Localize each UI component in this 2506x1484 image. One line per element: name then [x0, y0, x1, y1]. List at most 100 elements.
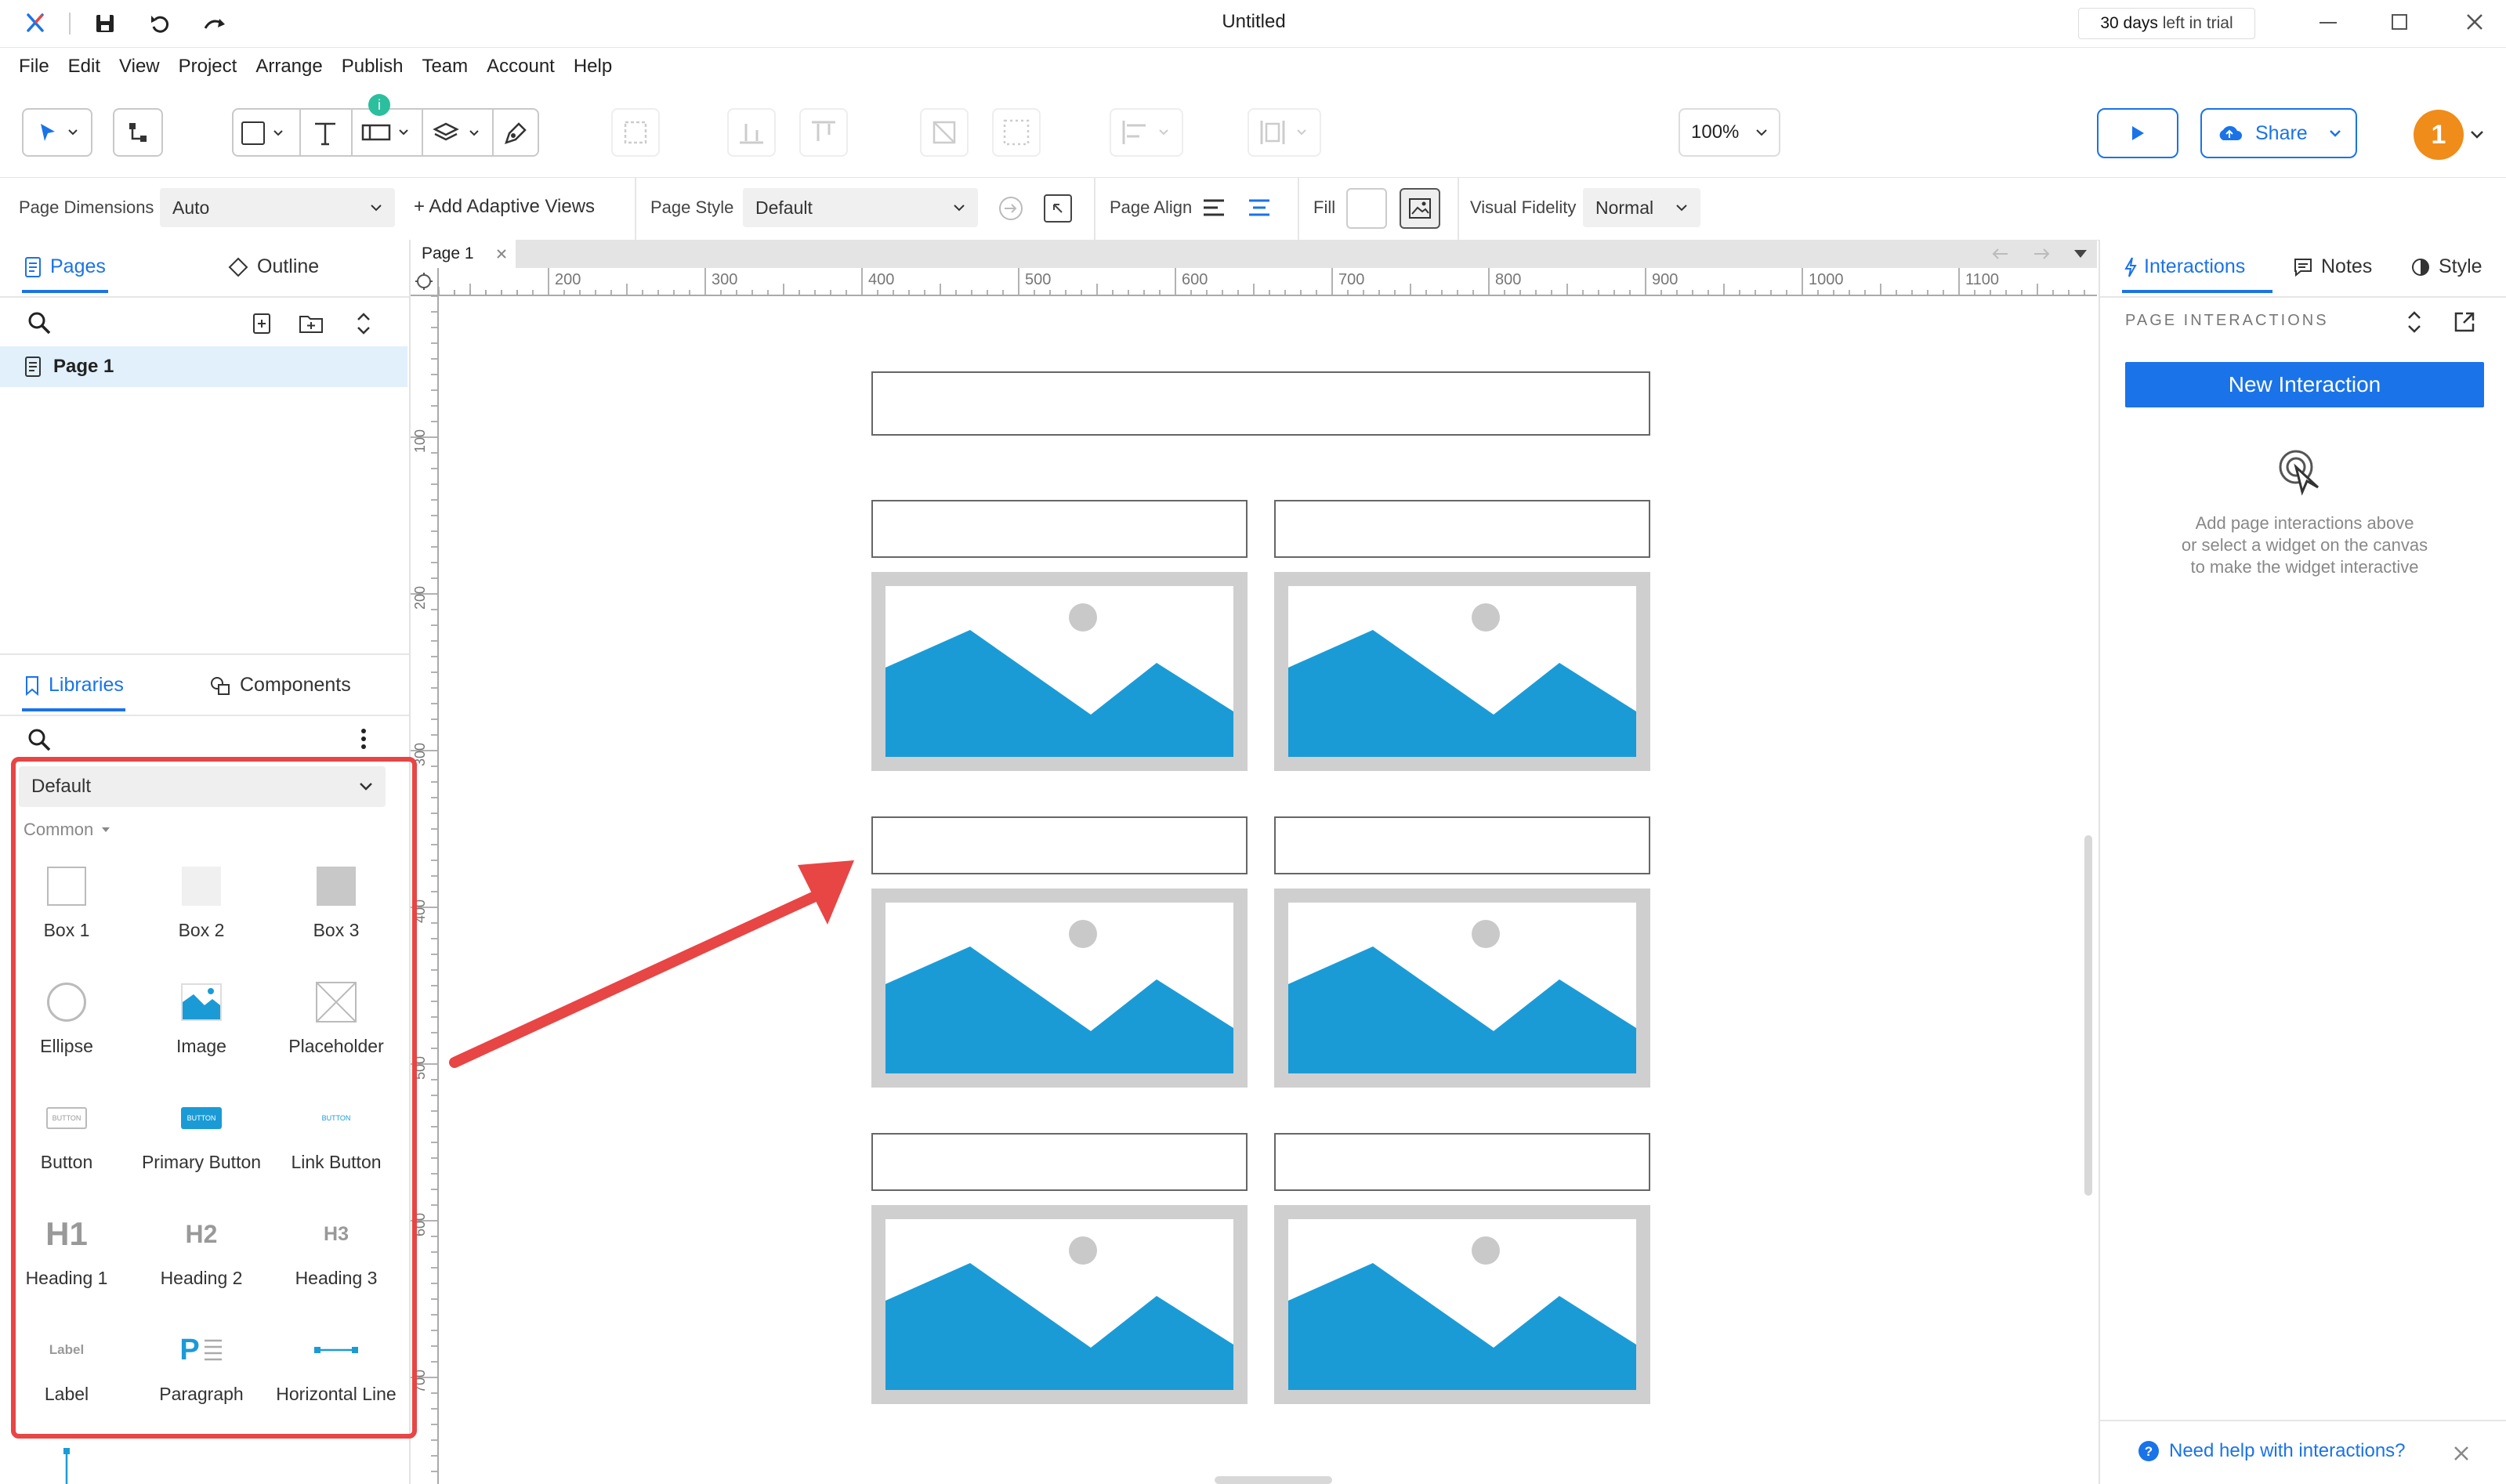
connector-tool-button[interactable]: [113, 108, 163, 157]
menu-view[interactable]: View: [119, 56, 160, 78]
need-help-link[interactable]: ? Need help with interactions?: [2138, 1440, 2406, 1462]
canvas-widget-box[interactable]: [871, 816, 1248, 874]
canvas-widget-image[interactable]: [1274, 1205, 1650, 1404]
spacing-icon[interactable]: [1248, 108, 1321, 157]
pen-tool-icon[interactable]: [502, 119, 530, 151]
minimize-icon[interactable]: [2319, 22, 2337, 24]
ungroup-icon[interactable]: [992, 108, 1041, 157]
apply-style-icon[interactable]: [997, 194, 1025, 223]
canvas-page-tab[interactable]: Page 1: [411, 240, 516, 268]
lib-item-ellipse[interactable]: Ellipse: [0, 975, 133, 1057]
new-interaction-button[interactable]: New Interaction: [2125, 362, 2484, 407]
library-select[interactable]: Default: [19, 766, 386, 807]
horizontal-scrollbar[interactable]: [1215, 1476, 1332, 1484]
expand-collapse-icon[interactable]: [354, 310, 373, 337]
popout-icon[interactable]: [2453, 310, 2476, 334]
rectangle-tool[interactable]: [241, 119, 284, 147]
library-search-icon[interactable]: [27, 727, 52, 752]
snippet-tool[interactable]: [360, 121, 409, 144]
align-bottom-icon[interactable]: [727, 108, 776, 157]
style-editor-button[interactable]: [1044, 194, 1072, 223]
tab-forward-icon[interactable]: [2031, 246, 2052, 262]
maximize-icon[interactable]: [2392, 14, 2407, 30]
trial-badge[interactable]: 30 days left in trial: [2078, 8, 2255, 39]
lib-item-heading1[interactable]: H1 Heading 1: [0, 1207, 133, 1289]
lib-item-placeholder[interactable]: Placeholder: [270, 975, 403, 1057]
canvas-widget-image[interactable]: [1274, 572, 1650, 771]
lib-item-primary-button[interactable]: BUTTON Primary Button: [135, 1091, 268, 1173]
tab-pages[interactable]: Pages: [24, 255, 106, 278]
lib-item-button[interactable]: BUTTON Button: [0, 1091, 133, 1173]
menu-edit[interactable]: Edit: [68, 56, 100, 78]
close-window-icon[interactable]: [2464, 11, 2486, 33]
canvas-widget-box[interactable]: [1274, 500, 1650, 558]
tab-interactions[interactable]: Interactions: [2124, 255, 2245, 278]
distribute-icon[interactable]: [920, 108, 969, 157]
vertical-scrollbar[interactable]: [2084, 835, 2092, 1196]
canvas-widget-box[interactable]: [871, 500, 1248, 558]
tab-style[interactable]: Style: [2410, 255, 2482, 278]
page-list-item[interactable]: Page 1: [0, 346, 407, 387]
canvas-widget-box[interactable]: [871, 1133, 1248, 1191]
lib-item-paragraph[interactable]: P Paragraph: [135, 1323, 268, 1405]
canvas-widget-image[interactable]: [871, 572, 1248, 771]
tab-libraries[interactable]: Libraries: [24, 674, 124, 697]
menu-publish[interactable]: Publish: [342, 56, 404, 78]
layers-tool[interactable]: [433, 121, 480, 146]
add-folder-icon[interactable]: [298, 312, 324, 335]
canvas-widget-image[interactable]: [1274, 889, 1650, 1088]
menu-team[interactable]: Team: [422, 56, 468, 78]
align-left-icon[interactable]: [1110, 108, 1183, 157]
lib-item-link-button[interactable]: BUTTON Link Button: [270, 1091, 403, 1173]
lib-item-heading2[interactable]: H2 Heading 2: [135, 1207, 268, 1289]
more-options-icon[interactable]: [357, 726, 370, 752]
add-page-icon[interactable]: [251, 312, 273, 335]
fill-image-button[interactable]: [1400, 188, 1440, 229]
redo-icon[interactable]: [202, 13, 227, 34]
add-adaptive-views-button[interactable]: + Add Adaptive Views: [414, 196, 595, 218]
page-style-select[interactable]: Default: [743, 188, 978, 227]
tab-back-icon[interactable]: [1990, 246, 2011, 262]
canvas-widget-box[interactable]: [1274, 1133, 1650, 1191]
library-section-header[interactable]: Common: [24, 820, 110, 840]
visual-fidelity-select[interactable]: Normal: [1583, 188, 1700, 227]
align-center-page-icon[interactable]: [1248, 197, 1271, 218]
ruler-corner[interactable]: [411, 268, 439, 296]
canvas-widget-image[interactable]: [871, 889, 1248, 1088]
undo-icon[interactable]: [149, 13, 171, 34]
preview-button[interactable]: [2097, 108, 2178, 158]
menu-project[interactable]: Project: [179, 56, 237, 78]
search-icon[interactable]: [27, 310, 52, 335]
fill-color-swatch[interactable]: [1346, 188, 1387, 229]
zoom-select[interactable]: 100%: [1679, 108, 1780, 157]
save-icon[interactable]: [94, 13, 116, 34]
align-left-page-icon[interactable]: [1202, 197, 1226, 218]
avatar[interactable]: 1: [2414, 110, 2464, 160]
canvas-widget-image[interactable]: [871, 1205, 1248, 1404]
lib-item-box1[interactable]: Box 1: [0, 859, 133, 941]
group-icon[interactable]: [611, 108, 660, 157]
tab-components[interactable]: Components: [208, 674, 351, 697]
tab-outline[interactable]: Outline: [227, 255, 319, 278]
lib-item-box2[interactable]: Box 2: [135, 859, 268, 941]
lib-item-heading3[interactable]: H3 Heading 3: [270, 1207, 403, 1289]
lib-item-horizontal-line[interactable]: Horizontal Line: [270, 1323, 403, 1405]
collapse-expand-icon[interactable]: [2406, 309, 2423, 335]
lib-item-box3[interactable]: Box 3: [270, 859, 403, 941]
menu-help[interactable]: Help: [574, 56, 612, 78]
menu-arrange[interactable]: Arrange: [255, 56, 322, 78]
lib-item-image[interactable]: Image: [135, 975, 268, 1057]
menu-file[interactable]: File: [19, 56, 49, 78]
close-help-icon[interactable]: [2453, 1445, 2470, 1462]
text-tool-icon[interactable]: [312, 119, 339, 151]
canvas-widget-header-box[interactable]: [871, 371, 1650, 436]
align-top-icon[interactable]: [799, 108, 848, 157]
lib-item-label-widget[interactable]: Label Label: [0, 1323, 133, 1405]
account-chevron-icon[interactable]: [2470, 130, 2484, 139]
menu-account[interactable]: Account: [487, 56, 555, 78]
page-dimensions-select[interactable]: Auto: [160, 188, 395, 227]
canvas-widget-box[interactable]: [1274, 816, 1650, 874]
close-tab-icon[interactable]: [496, 248, 507, 259]
tab-notes[interactable]: Notes: [2293, 255, 2372, 278]
tab-menu-icon[interactable]: [2073, 249, 2088, 259]
